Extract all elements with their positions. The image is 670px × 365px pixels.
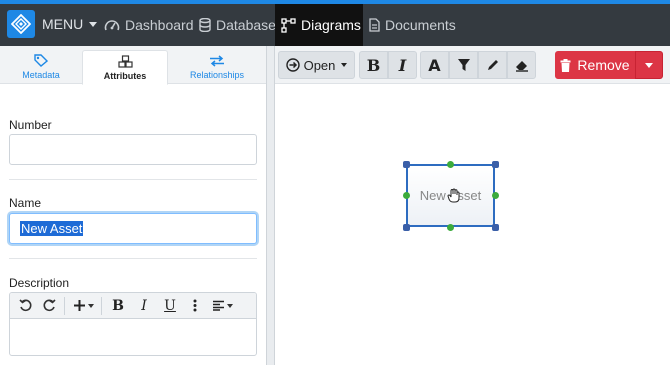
nav-dashboard[interactable]: Dashboard xyxy=(98,4,200,46)
pencil-button[interactable] xyxy=(478,51,507,79)
underline-button[interactable]: U xyxy=(157,295,183,317)
italic-icon: I xyxy=(141,297,147,314)
caret-down-icon xyxy=(226,303,233,308)
eraser-icon xyxy=(515,61,528,72)
pencil-icon xyxy=(487,60,498,70)
toolbar-separator xyxy=(64,296,65,315)
description-editor: B I U xyxy=(9,292,257,356)
panel-splitter[interactable] xyxy=(266,46,275,365)
font-button[interactable]: A xyxy=(420,51,449,79)
editor-toolbar: B I U xyxy=(10,293,256,319)
database-icon xyxy=(199,18,211,32)
undo-icon xyxy=(18,299,31,312)
nav-documents-label: Documents xyxy=(385,17,456,33)
undo-button[interactable] xyxy=(13,295,37,317)
menu-button[interactable]: MENU xyxy=(42,13,98,35)
bold-button[interactable]: B xyxy=(105,295,131,317)
nav-database[interactable]: Database xyxy=(193,4,282,46)
dashboard-icon xyxy=(104,20,120,31)
caret-down-icon xyxy=(89,21,98,27)
tab-relationships[interactable]: Relationships xyxy=(168,50,266,84)
caret-down-icon xyxy=(645,62,653,68)
sign-in-icon xyxy=(285,58,300,72)
resize-handle-n[interactable] xyxy=(447,161,454,168)
top-navbar: MENU Dashboard Database Diagrams Documen… xyxy=(0,0,670,46)
diagram-canvas[interactable]: New Asset xyxy=(275,84,670,365)
insert-button[interactable] xyxy=(68,295,98,317)
plus-icon xyxy=(73,300,85,311)
bold-button[interactable]: B xyxy=(359,51,388,79)
align-button[interactable] xyxy=(207,295,237,317)
editor-content-area[interactable] xyxy=(10,319,256,355)
resize-handle-s[interactable] xyxy=(447,224,454,231)
trash-icon xyxy=(560,58,571,72)
tab-metadata[interactable]: Metadata xyxy=(0,50,82,84)
document-icon xyxy=(369,18,380,32)
caret-down-icon xyxy=(341,63,348,67)
nav-diagrams[interactable]: Diagrams xyxy=(275,4,363,46)
redo-icon xyxy=(43,299,56,312)
resize-handle-e[interactable] xyxy=(492,192,499,199)
resize-handle-se[interactable] xyxy=(492,224,499,231)
italic-icon: I xyxy=(398,55,407,75)
open-label: Open xyxy=(303,57,336,73)
resize-handle-ne[interactable] xyxy=(492,161,499,168)
resize-handle-nw[interactable] xyxy=(403,161,410,168)
remove-label: Remove xyxy=(577,57,630,73)
italic-button[interactable]: I xyxy=(131,295,157,317)
grab-cursor-icon xyxy=(447,188,460,203)
tab-metadata-label: Metadata xyxy=(22,70,60,80)
redo-button[interactable] xyxy=(37,295,61,317)
eraser-button[interactable] xyxy=(507,51,536,79)
align-left-icon xyxy=(212,300,224,311)
divider xyxy=(9,258,257,259)
open-button[interactable]: Open xyxy=(278,51,355,79)
bold-icon: B xyxy=(366,55,381,75)
underline-icon: U xyxy=(164,297,176,314)
tab-relationships-label: Relationships xyxy=(189,69,245,80)
more-button[interactable] xyxy=(183,295,207,317)
name-field-value: New Asset xyxy=(20,221,84,236)
resize-handle-sw[interactable] xyxy=(403,224,410,231)
name-label: Name xyxy=(9,196,42,210)
menu-label: MENU xyxy=(42,16,84,32)
more-vertical-icon xyxy=(193,299,197,312)
nav-documents[interactable]: Documents xyxy=(363,4,462,46)
app-logo[interactable] xyxy=(7,10,35,38)
bold-icon: B xyxy=(112,297,124,314)
description-label: Description xyxy=(9,276,70,290)
remove-dropdown-toggle[interactable] xyxy=(635,51,663,79)
exchange-icon xyxy=(210,54,224,67)
tag-icon xyxy=(34,54,48,67)
diagram-toolbar: Open B I A Remove xyxy=(275,46,670,84)
logo-diamond-icon xyxy=(11,14,31,34)
nav-dashboard-label: Dashboard xyxy=(125,17,194,33)
number-field[interactable] xyxy=(9,134,257,165)
name-field[interactable]: New Asset xyxy=(9,213,257,244)
nav-diagrams-label: Diagrams xyxy=(301,17,361,33)
remove-button[interactable]: Remove xyxy=(555,51,635,79)
filter-icon xyxy=(457,59,470,71)
number-label: Number xyxy=(9,118,52,132)
properties-panel: Metadata Attributes Relationships Number… xyxy=(0,46,266,365)
toolbar-separator xyxy=(101,296,102,315)
resize-handle-w[interactable] xyxy=(403,192,410,199)
cubes-icon xyxy=(117,54,133,68)
font-icon: A xyxy=(428,55,441,75)
diagram-node[interactable]: New Asset xyxy=(406,164,495,227)
tab-attributes[interactable]: Attributes xyxy=(82,50,168,85)
diagram-icon xyxy=(281,17,296,33)
panel-tabs: Metadata Attributes Relationships xyxy=(0,46,266,85)
filter-button[interactable] xyxy=(449,51,478,79)
divider xyxy=(9,179,257,180)
italic-button[interactable]: I xyxy=(388,51,417,79)
caret-down-icon xyxy=(87,303,94,308)
tab-attributes-label: Attributes xyxy=(103,70,147,81)
nav-database-label: Database xyxy=(216,17,276,33)
